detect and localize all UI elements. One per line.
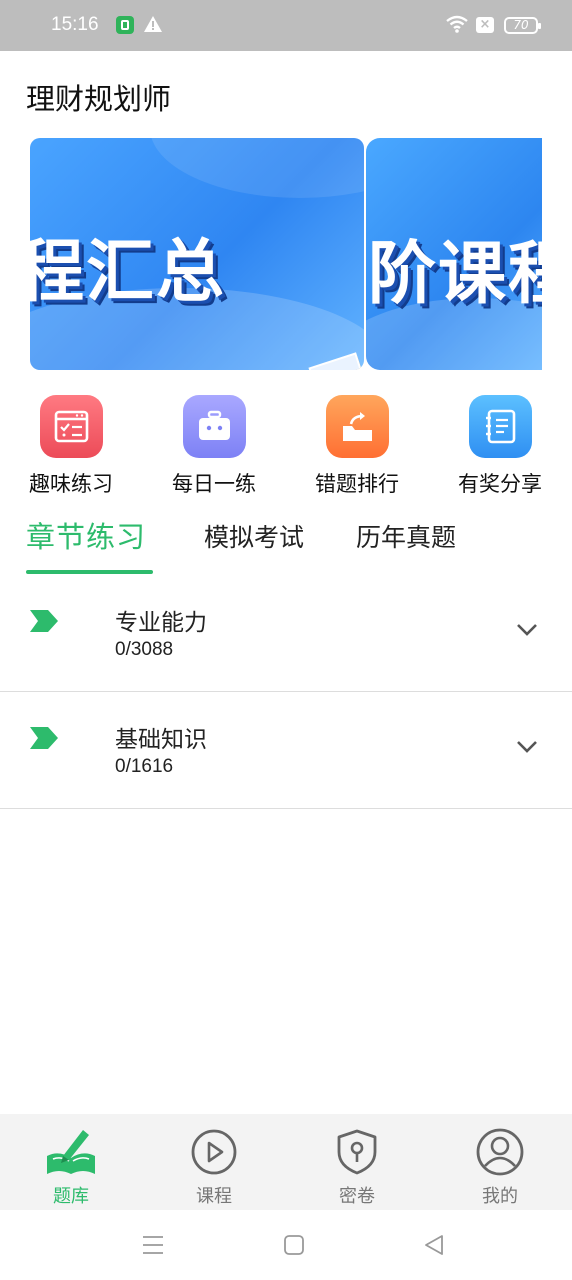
sim-x-icon: ×	[476, 17, 494, 33]
quick-action-daily-practice[interactable]: 每日一练	[159, 395, 269, 498]
quick-action-label: 趣味练习	[29, 472, 113, 496]
bottom-navigation: 题库 课程 密卷 我的	[0, 1114, 572, 1210]
nav-label: 密卷	[339, 1186, 375, 1207]
banner-slide-text: 程汇总	[30, 233, 227, 312]
nav-secret-papers[interactable]: 密卷	[307, 1126, 407, 1208]
tab-active-indicator	[26, 570, 153, 574]
status-bar: 15:16 × 70	[0, 0, 572, 51]
banner-slide-text: 阶课程	[368, 235, 542, 314]
back-icon[interactable]	[423, 1234, 445, 1256]
nav-profile[interactable]: 我的	[450, 1126, 550, 1208]
battery-level: 70	[513, 18, 529, 32]
wifi-icon	[446, 15, 468, 33]
user-circle-icon	[474, 1126, 526, 1178]
nav-courses[interactable]: 课程	[164, 1126, 264, 1208]
status-time: 15:16	[51, 14, 99, 35]
banner-wave-decoration	[150, 138, 364, 198]
chapter-name: 专业能力	[115, 610, 207, 636]
chapter-row[interactable]: 基础知识 0/1616	[0, 692, 572, 809]
chapter-name: 基础知识	[115, 727, 207, 753]
nav-label: 课程	[196, 1186, 232, 1207]
quick-action-label: 每日一练	[172, 472, 256, 496]
share-folder-icon	[325, 395, 389, 458]
quick-action-reward-share[interactable]: 有奖分享	[445, 395, 555, 498]
shield-key-icon	[331, 1126, 383, 1178]
banner-slide-current[interactable]: 程汇总	[30, 138, 364, 370]
quick-action-mistake-ranking[interactable]: 错题排行	[302, 395, 412, 498]
play-circle-icon	[188, 1126, 240, 1178]
tab-chapter-practice[interactable]: 章节练习	[26, 514, 146, 556]
menu-icon[interactable]	[142, 1234, 164, 1256]
chapter-progress: 0/1616	[115, 756, 174, 777]
chapter-row[interactable]: 专业能力 0/3088	[0, 575, 572, 692]
warning-icon	[144, 16, 162, 32]
app-notification-icon	[116, 16, 134, 34]
quick-action-label: 错题排行	[315, 472, 399, 496]
checklist-icon	[39, 395, 103, 458]
book-pen-icon	[45, 1126, 97, 1178]
home-icon[interactable]	[283, 1234, 305, 1256]
tab-mock-exam[interactable]: 模拟考试	[204, 518, 304, 554]
chapter-flag-icon	[30, 727, 58, 749]
nav-label: 题库	[53, 1186, 89, 1207]
system-navigation-bar	[0, 1210, 572, 1280]
tab-past-exams[interactable]: 历年真题	[356, 518, 456, 554]
chapter-progress: 0/3088	[115, 639, 174, 660]
practice-tabs: 章节练习 模拟考试 历年真题	[0, 514, 572, 576]
battery-icon: 70	[504, 17, 541, 34]
chapter-flag-icon	[30, 610, 58, 632]
robot-icon	[182, 395, 246, 458]
chevron-down-icon[interactable]	[516, 740, 538, 754]
nav-label: 我的	[482, 1186, 518, 1207]
banner-slide-next[interactable]: 阶课程	[366, 138, 542, 370]
chevron-down-icon[interactable]	[516, 623, 538, 637]
quick-action-label: 有奖分享	[458, 472, 542, 496]
quick-action-fun-practice[interactable]: 趣味练习	[16, 395, 126, 498]
page-title: 理财规划师	[26, 82, 172, 116]
notebook-icon	[468, 395, 532, 458]
nav-question-bank[interactable]: 题库	[21, 1126, 121, 1208]
